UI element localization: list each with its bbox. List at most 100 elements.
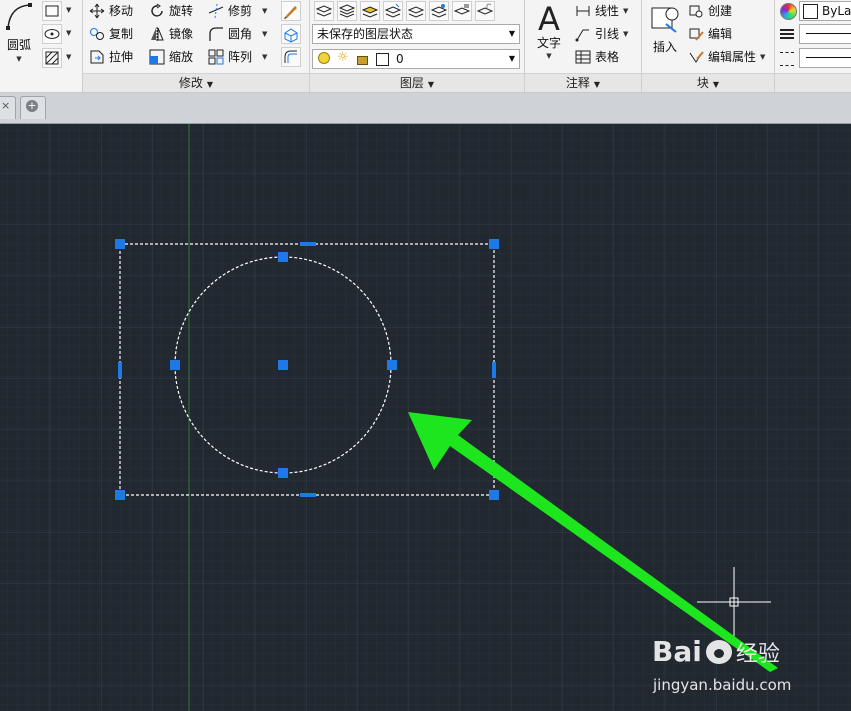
watermark-logo: Bai 经验 bbox=[652, 634, 780, 670]
scale-button[interactable]: 缩放 bbox=[149, 47, 193, 67]
layer-state-dropdown[interactable]: 未保存的图层状态 ▼ bbox=[312, 24, 520, 44]
offset-button[interactable] bbox=[281, 47, 301, 67]
grip-circle-top[interactable] bbox=[278, 252, 288, 262]
grip-rect-top-right[interactable] bbox=[489, 239, 499, 249]
block-panel-expand-icon: ▼ bbox=[712, 80, 720, 89]
table-button[interactable]: 表格 bbox=[575, 47, 619, 67]
layer-isolate-button[interactable] bbox=[360, 1, 380, 21]
stretch-icon bbox=[90, 50, 104, 64]
layer-freeze-button[interactable] bbox=[429, 1, 449, 21]
ellipse-button[interactable] bbox=[42, 24, 62, 44]
annotation-panel-title[interactable]: 注释 ▼ bbox=[525, 73, 641, 92]
mirror-button[interactable]: 镜像 bbox=[149, 24, 193, 44]
layer-panel-title[interactable]: 图层 ▼ bbox=[310, 73, 524, 92]
grip-rect-bottom-left[interactable] bbox=[115, 490, 125, 500]
trim-icon bbox=[208, 3, 224, 19]
trim-dropdown-arrow[interactable]: ▼ bbox=[262, 1, 267, 21]
linear-dimension-button[interactable]: 线性 ▼ bbox=[575, 1, 628, 21]
layer-unlock-button[interactable] bbox=[475, 1, 495, 21]
color-dropdown[interactable]: ByLay bbox=[799, 1, 851, 21]
chevron-down-icon: ▼ bbox=[508, 29, 515, 38]
drawing-canvas[interactable]: Bai 经验 jingyan.baidu.com bbox=[0, 124, 851, 711]
drawing-tab-close[interactable]: × bbox=[0, 96, 16, 119]
fillet-label: 圆角 bbox=[228, 27, 253, 41]
copy-icon bbox=[90, 28, 104, 40]
edit-attributes-dropdown-arrow[interactable]: ▼ bbox=[760, 47, 765, 67]
ellipse-dropdown-arrow[interactable]: ▼ bbox=[66, 29, 71, 37]
block-panel-title[interactable]: 块 ▼ bbox=[642, 73, 774, 92]
stretch-button[interactable]: 拉伸 bbox=[89, 47, 133, 67]
erase-button[interactable] bbox=[281, 1, 301, 21]
grip-circle-bottom[interactable] bbox=[278, 468, 288, 478]
linear-dimension-icon bbox=[576, 6, 590, 16]
properties-panel-title[interactable] bbox=[775, 73, 851, 92]
layer-match-button[interactable] bbox=[383, 1, 403, 21]
paw-icon bbox=[705, 640, 732, 664]
copy-button[interactable]: 复制 bbox=[89, 24, 133, 44]
leader-dropdown-arrow[interactable]: ▼ bbox=[623, 24, 628, 44]
text-button[interactable]: A 文字 ▼ bbox=[531, 2, 567, 66]
lineweight-dropdown[interactable] bbox=[799, 24, 851, 44]
linear-label: 线性 bbox=[595, 4, 620, 18]
array-label: 阵列 bbox=[228, 50, 253, 64]
explode-button[interactable] bbox=[281, 24, 301, 44]
layer-properties-icon bbox=[315, 5, 333, 17]
rectangle-dropdown-arrow[interactable]: ▼ bbox=[66, 6, 71, 14]
edit-attributes-button[interactable]: 编辑属性 ▼ bbox=[688, 47, 765, 67]
create-block-button[interactable]: 创建 bbox=[688, 1, 732, 21]
grip-rect-bottom-right[interactable] bbox=[489, 490, 499, 500]
grip-rect-top-left[interactable] bbox=[115, 239, 125, 249]
fillet-dropdown-arrow[interactable]: ▼ bbox=[262, 24, 267, 44]
grip-rect-top-mid[interactable] bbox=[300, 242, 316, 246]
grip-rect-left-mid[interactable] bbox=[118, 362, 122, 378]
insert-button[interactable]: 插入 bbox=[646, 2, 684, 66]
grip-rect-bottom-mid[interactable] bbox=[300, 493, 316, 497]
move-button[interactable]: 移动 bbox=[89, 1, 133, 21]
annotation-panel-title-text: 注释 bbox=[565, 76, 590, 90]
grip-circle-center[interactable] bbox=[278, 360, 288, 370]
arc-button[interactable]: 圆弧 ▼ bbox=[2, 2, 36, 66]
hatch-dropdown-arrow[interactable]: ▼ bbox=[66, 53, 71, 61]
text-dropdown-arrow: ▼ bbox=[546, 52, 552, 60]
chevron-down-icon: ▼ bbox=[508, 54, 515, 63]
file-tab-bar: × + bbox=[0, 93, 851, 124]
leader-button[interactable]: 引线 ▼ bbox=[575, 24, 628, 44]
grip-rect-right-mid[interactable] bbox=[492, 362, 496, 378]
table-label: 表格 bbox=[595, 50, 620, 64]
modify-panel-expand-icon: ▼ bbox=[206, 80, 214, 89]
current-layer-dropdown[interactable]: ☼ 0 ▼ bbox=[312, 49, 520, 69]
block-panel-title-text: 块 bbox=[696, 76, 709, 90]
fillet-button[interactable]: 圆角 ▼ bbox=[208, 24, 267, 44]
mirror-label: 镜像 bbox=[169, 27, 194, 41]
current-layer-value: 0 bbox=[396, 52, 404, 66]
edit-block-button[interactable]: 编辑 bbox=[688, 24, 732, 44]
grip-circle-left[interactable] bbox=[170, 360, 180, 370]
leader-label: 引线 bbox=[595, 27, 620, 41]
rectangle-button[interactable] bbox=[42, 1, 62, 21]
rotate-button[interactable]: 旋转 bbox=[149, 1, 193, 21]
linetype-dropdown[interactable] bbox=[799, 48, 851, 68]
hatch-button[interactable] bbox=[42, 48, 62, 68]
array-dropdown-arrow[interactable]: ▼ bbox=[262, 47, 267, 67]
array-button[interactable]: 阵列 ▼ bbox=[208, 47, 267, 67]
linetype-preview bbox=[806, 57, 851, 58]
new-drawing-tab[interactable]: + bbox=[20, 96, 46, 119]
layer-state-value: 未保存的图层状态 bbox=[317, 27, 414, 41]
model-space[interactable] bbox=[0, 124, 851, 711]
move-icon bbox=[89, 3, 105, 19]
color-wheel-icon[interactable] bbox=[780, 3, 797, 20]
grip-circle-right[interactable] bbox=[387, 360, 397, 370]
edit-label: 编辑 bbox=[708, 27, 733, 41]
arc-dropdown-arrow[interactable]: ▼ bbox=[2, 55, 36, 63]
properties-panel: ByLay bbox=[775, 0, 851, 92]
modify-panel-title[interactable]: 修改 ▼ bbox=[83, 73, 309, 92]
modify-panel: 移动 旋转 修剪 ▼ 复制 镜像 圆角 ▼ 拉伸 缩放 阵列 ▼ 修改 ▼ bbox=[83, 0, 310, 92]
rectangle-icon bbox=[45, 5, 59, 17]
layer-state-button[interactable] bbox=[337, 1, 357, 21]
layer-properties-button[interactable] bbox=[314, 1, 334, 21]
layer-lock-button[interactable] bbox=[452, 1, 472, 21]
linear-dropdown-arrow[interactable]: ▼ bbox=[623, 1, 628, 21]
sun-icon: ☼ bbox=[337, 50, 349, 65]
trim-button[interactable]: 修剪 ▼ bbox=[208, 1, 267, 21]
layer-off-button[interactable] bbox=[406, 1, 426, 21]
